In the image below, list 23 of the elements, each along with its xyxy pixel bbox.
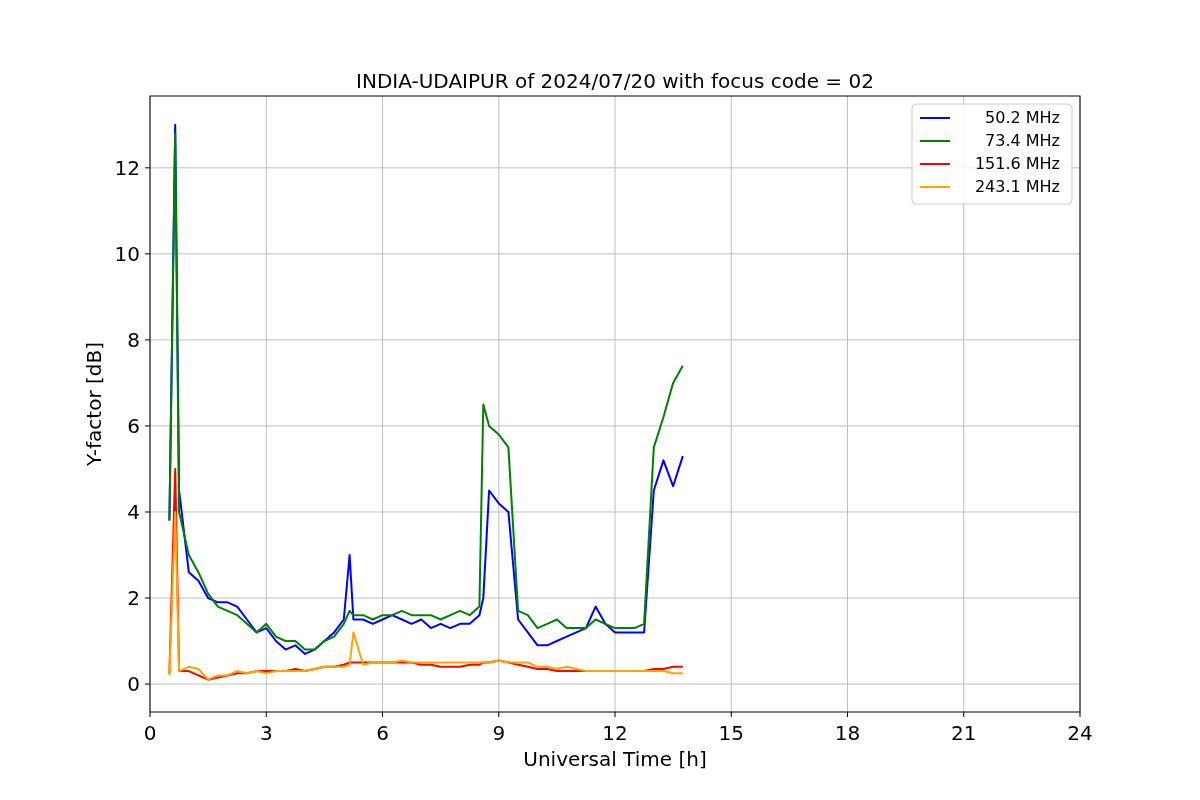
y-tick-label: 4 [127,499,140,524]
chart-title: INDIA-UDAIPUR of 2024/07/20 with focus code = 02 [356,69,874,93]
x-tick-label: 0 [143,721,157,745]
x-tick-label: 15 [718,721,744,745]
x-tick-label: 18 [834,721,861,745]
x-tick-label: 6 [376,721,389,745]
y-tick-label: 12 [114,155,140,180]
x-tick-label: 9 [492,721,506,745]
legend-label: 151.6 MHz [974,154,1060,173]
x-tick-label: 24 [1067,721,1093,745]
x-axis-label: Universal Time [h] [523,747,707,771]
y-tick-label: 6 [127,413,140,438]
legend-label: 73.4 MHz [985,131,1060,150]
y-tick-label: 8 [127,327,140,352]
x-tick-label: 12 [602,721,628,745]
legend-label: 50.2 MHz [985,108,1060,127]
legend-label: 243.1 MHz [974,177,1060,196]
x-tick-label: 21 [951,721,977,745]
y-tick-label: 10 [114,241,140,266]
x-tick-label: 3 [259,721,273,745]
y-tick-label: 2 [127,586,140,610]
y-axis-label: Y-factor [dB] [82,342,106,466]
y-tick-label: 0 [127,672,140,697]
